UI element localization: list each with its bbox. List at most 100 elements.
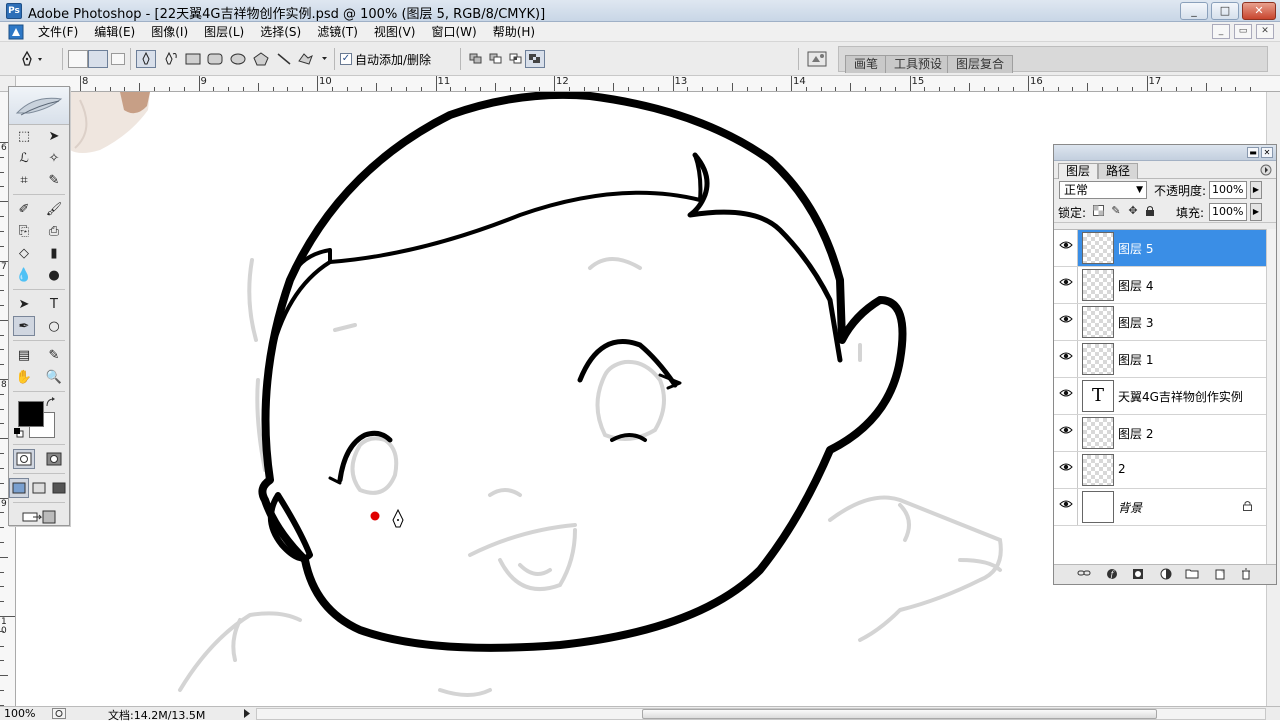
path-intersect-button[interactable] bbox=[506, 50, 526, 68]
crop-tool-button[interactable]: ⌗ bbox=[13, 170, 35, 190]
anchor-point[interactable] bbox=[370, 511, 380, 521]
layers-scrollbar[interactable] bbox=[1266, 229, 1276, 565]
tab-layers[interactable]: 图层 bbox=[1058, 163, 1099, 179]
layer-row[interactable]: 图层 1 bbox=[1054, 341, 1266, 378]
tab-paths[interactable]: 路径 bbox=[1098, 163, 1139, 179]
layer-row[interactable]: 图层 2 bbox=[1054, 415, 1266, 452]
marquee-tool-button[interactable]: ⬚ bbox=[13, 126, 35, 146]
layer-name[interactable]: 背景 bbox=[1118, 499, 1142, 516]
layer-row[interactable]: 图层 5 bbox=[1054, 230, 1266, 267]
checkbox-box[interactable]: ✓ bbox=[340, 53, 352, 65]
shape-tool-button[interactable]: ○ bbox=[43, 316, 65, 336]
path-add-button[interactable] bbox=[466, 50, 486, 68]
layers-panel-titlebar[interactable]: ▬ ✕ bbox=[1054, 145, 1276, 161]
toolbox-header[interactable] bbox=[9, 87, 69, 125]
visibility-toggle[interactable] bbox=[1054, 341, 1078, 377]
custom-shape-tool-button[interactable] bbox=[296, 50, 330, 68]
lock-position-icon[interactable]: ✥ bbox=[1127, 205, 1139, 218]
visibility-toggle[interactable] bbox=[1054, 267, 1078, 303]
opacity-slider-button[interactable]: ▶ bbox=[1250, 181, 1262, 199]
opacity-input[interactable]: 100% bbox=[1209, 181, 1247, 199]
rounded-rect-tool-button[interactable] bbox=[204, 50, 226, 68]
lasso-tool-button[interactable]: ℒ bbox=[13, 148, 35, 168]
layer-row[interactable]: 图层 3 bbox=[1054, 304, 1266, 341]
eye-icon[interactable] bbox=[1057, 388, 1075, 404]
layer-row[interactable]: T 天翼4G吉祥物创作实例 bbox=[1054, 378, 1266, 415]
notes-tool-button[interactable]: ▤ bbox=[13, 345, 35, 365]
path-selection-tool-button[interactable]: ➤ bbox=[13, 294, 35, 314]
close-button[interactable]: ✕ bbox=[1242, 2, 1276, 20]
eye-icon[interactable] bbox=[1057, 425, 1075, 441]
magic-wand-tool-button[interactable]: ✧ bbox=[43, 148, 65, 168]
path-exclude-button[interactable] bbox=[524, 50, 546, 68]
doc-close-button[interactable]: ✕ bbox=[1256, 24, 1274, 39]
folder-icon[interactable] bbox=[1184, 568, 1200, 582]
slice-tool-button[interactable]: ✎ bbox=[43, 170, 65, 190]
horizontal-ruler[interactable]: 8 9 10 11 12 13 14 15 16 17 bbox=[16, 76, 1280, 92]
clone-stamp-tool-button[interactable]: ⎘ bbox=[13, 221, 35, 241]
eye-icon[interactable] bbox=[1057, 314, 1075, 330]
move-tool-button[interactable]: ➤ bbox=[43, 126, 65, 146]
shape-layers-button[interactable] bbox=[68, 50, 88, 68]
layer-name[interactable]: 天翼4G吉祥物创作实例 bbox=[1118, 388, 1243, 405]
lock-image-icon[interactable]: ✎ bbox=[1110, 205, 1122, 218]
link-icon[interactable] bbox=[1076, 568, 1092, 582]
tool-preset-picker[interactable] bbox=[18, 50, 48, 68]
zoom-level[interactable]: 100% bbox=[4, 707, 35, 720]
paths-button[interactable] bbox=[88, 50, 108, 68]
new-layer-icon[interactable] bbox=[1212, 568, 1228, 582]
status-arrow-icon[interactable] bbox=[242, 708, 252, 719]
tab-layer-comps[interactable]: 图层复合 bbox=[947, 55, 1014, 73]
eye-icon[interactable] bbox=[1057, 351, 1075, 367]
history-brush-tool-button[interactable]: ⎙ bbox=[43, 221, 65, 241]
visibility-toggle[interactable] bbox=[1054, 378, 1078, 414]
menu-view[interactable]: 视图(V) bbox=[366, 24, 424, 40]
visibility-toggle[interactable] bbox=[1054, 415, 1078, 451]
layer-name[interactable]: 图层 4 bbox=[1118, 277, 1153, 294]
eye-icon[interactable] bbox=[1057, 277, 1075, 293]
fill-input[interactable]: 100% bbox=[1209, 203, 1247, 221]
layer-name[interactable]: 图层 3 bbox=[1118, 314, 1153, 331]
panel-close-button[interactable]: ✕ bbox=[1261, 147, 1273, 158]
path-subtract-button[interactable] bbox=[486, 50, 506, 68]
layer-row[interactable]: 背景 bbox=[1054, 489, 1266, 526]
screen-mode-standard-button[interactable] bbox=[9, 478, 30, 498]
brush-tool-button[interactable]: 🖌 bbox=[43, 199, 65, 219]
blend-mode-select[interactable]: 正常 ▼ bbox=[1059, 181, 1147, 199]
blur-tool-button[interactable]: 💧 bbox=[13, 265, 35, 285]
layer-name[interactable]: 图层 5 bbox=[1118, 240, 1153, 257]
quick-mask-button[interactable] bbox=[43, 449, 65, 469]
menu-window[interactable]: 窗口(W) bbox=[423, 24, 484, 40]
eye-icon[interactable] bbox=[1057, 499, 1075, 515]
menu-edit[interactable]: 编辑(E) bbox=[86, 24, 143, 40]
mask-icon[interactable] bbox=[1130, 568, 1146, 582]
layer-row[interactable]: 图层 4 bbox=[1054, 267, 1266, 304]
gradient-tool-button[interactable]: ▮ bbox=[43, 243, 65, 263]
lock-transparency-icon[interactable] bbox=[1092, 205, 1104, 218]
dodge-tool-button[interactable]: ● bbox=[43, 265, 65, 285]
menu-filter[interactable]: 滤镜(T) bbox=[309, 24, 366, 40]
file-browser-button[interactable] bbox=[806, 50, 830, 68]
horizontal-scroll-thumb[interactable] bbox=[642, 709, 1157, 719]
polygon-tool-button[interactable] bbox=[250, 50, 272, 68]
lock-all-icon[interactable] bbox=[1144, 205, 1156, 218]
menu-select[interactable]: 选择(S) bbox=[252, 24, 309, 40]
panel-menu-icon[interactable] bbox=[1260, 164, 1272, 176]
layer-name[interactable]: 图层 1 bbox=[1118, 351, 1153, 368]
eyedropper-tool-button[interactable]: ✎ bbox=[43, 345, 65, 365]
eye-icon[interactable] bbox=[1057, 240, 1075, 256]
status-menu-icon[interactable] bbox=[52, 708, 66, 719]
style-icon[interactable]: f bbox=[1104, 568, 1120, 582]
hand-tool-button[interactable]: ✋ bbox=[13, 367, 35, 387]
screen-mode-full-menu-button[interactable] bbox=[29, 478, 49, 498]
maximize-button[interactable]: □ bbox=[1211, 2, 1239, 20]
trash-icon[interactable] bbox=[1238, 568, 1254, 582]
layer-name[interactable]: 2 bbox=[1118, 462, 1126, 476]
visibility-toggle[interactable] bbox=[1054, 489, 1078, 525]
default-colors-icon[interactable] bbox=[13, 427, 25, 439]
screen-mode-full-button[interactable] bbox=[49, 478, 69, 498]
visibility-toggle[interactable] bbox=[1054, 452, 1078, 488]
horizontal-scrollbar[interactable] bbox=[256, 708, 1266, 720]
eye-icon[interactable] bbox=[1057, 462, 1075, 478]
visibility-toggle[interactable] bbox=[1054, 230, 1078, 266]
